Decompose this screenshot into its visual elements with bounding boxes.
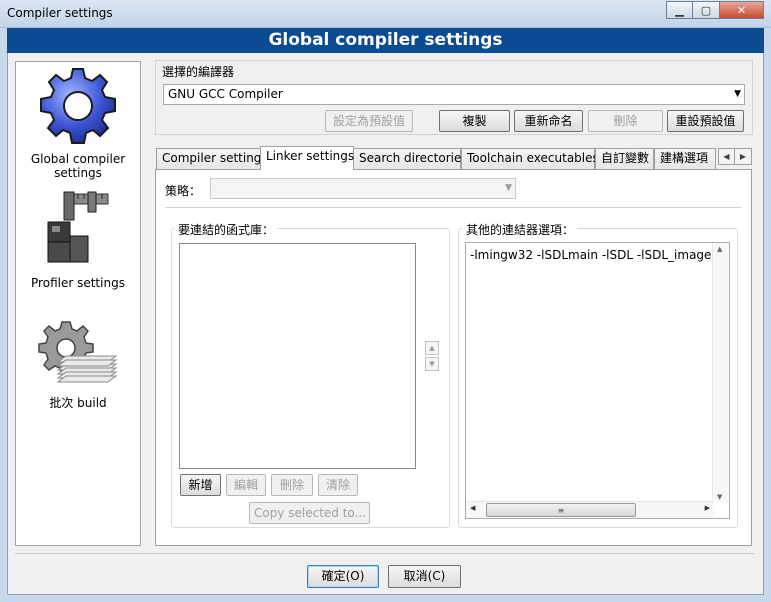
policy-separator [165,207,741,208]
compiler-select-label: 選擇的編譯器 [162,65,235,79]
copy-selected-button[interactable]: Copy selected to... [249,502,370,524]
delete-compiler-button[interactable]: 刪除 [588,110,663,132]
link-libraries-title: 要連結的函式庫： [175,221,278,238]
category-list: Global compiler settings Profiler settin… [15,61,141,546]
set-default-button[interactable]: 設定為預設值 [325,110,413,132]
chevron-right-icon: ▶ [739,152,747,161]
minimize-button[interactable]: ▁ [666,1,693,19]
rename-button[interactable]: 重新命名 [514,110,583,132]
window-title: Compiler settings [7,6,113,20]
other-linker-options-title: 其他的連結器選項： [463,221,578,238]
sidebar-item-batch-build[interactable]: 批次 build [16,320,140,410]
scrollbar-thumb[interactable]: ≡ [486,503,636,517]
compiler-dropdown-value: GNU GCC Compiler [168,87,283,101]
chevron-down-icon: ▼ [734,89,741,99]
sidebar-item-label: Global compiler settings [30,152,126,180]
scroll-down-icon: ▼ [717,493,723,501]
minimize-icon: ▁ [675,3,684,17]
close-button[interactable]: ✕ [720,1,764,19]
scroll-right-icon: ▶ [704,504,710,512]
move-up-button[interactable]: ▲ [425,341,439,355]
gear-stack-icon [38,321,118,383]
gear-icon [40,68,116,144]
tab-scroll-left-button[interactable]: ◀ [718,148,735,165]
horizontal-scrollbar[interactable]: ◀ ≡ ▶ [466,501,714,518]
tab-linker-settings[interactable]: Linker settings [260,146,354,170]
sidebar-item-global-compiler-settings[interactable]: Global compiler settings [16,64,140,180]
tab-scroll-right-button[interactable]: ▶ [735,148,752,165]
tab-custom-variables[interactable]: 自訂變數 [595,148,654,169]
other-linker-options-input[interactable]: -lmingw32 -lSDLmain -lSDL -lSDL_image -l… [465,242,730,519]
cancel-button[interactable]: 取消(C) [388,565,461,588]
sidebar-item-label: Profiler settings [31,276,125,290]
tab-scroll-arrows: ◀ ▶ [718,148,752,165]
other-linker-options-text: -lmingw32 -lSDLmain -lSDL -lSDL_image -l… [470,248,730,262]
edit-library-button[interactable]: 編輯 [226,474,266,496]
tab-search-directories[interactable]: Search directories [353,148,468,169]
grip-icon: ≡ [557,506,565,515]
chevron-left-icon: ◀ [723,152,730,161]
window-controls: ▁ ▢ ✕ [666,1,764,19]
policy-label: 策略： [165,184,202,198]
delete-library-button[interactable]: 刪除 [271,474,313,496]
compiler-dropdown[interactable]: GNU GCC Compiler ▼ [163,84,745,105]
maximize-button[interactable]: ▢ [693,1,720,19]
chevron-down-icon: ▼ [429,360,435,368]
scroll-left-icon: ◀ [470,504,476,512]
link-libraries-list[interactable] [179,243,416,469]
caliper-icon [47,191,109,263]
maximize-icon: ▢ [700,3,712,17]
chevron-up-icon: ▲ [429,344,435,352]
scroll-up-icon: ▲ [717,245,723,253]
tab-build-options[interactable]: 建構選項 [654,148,716,169]
clear-libraries-button[interactable]: 清除 [318,474,358,496]
vertical-scrollbar[interactable]: ▲ ▼ [712,243,729,503]
move-down-button[interactable]: ▼ [425,357,439,371]
page-title: Global compiler settings [7,28,764,53]
tab-compiler-settings[interactable]: Compiler settings [156,148,268,169]
window-titlebar: Compiler settings ▁ ▢ ✕ [0,0,771,28]
add-library-button[interactable]: 新增 [180,474,221,496]
chevron-down-icon: ▼ [505,183,512,193]
sidebar-item-profiler-settings[interactable]: Profiler settings [16,188,140,290]
policy-dropdown[interactable]: ▼ [210,178,516,199]
footer-separator [15,553,754,554]
copy-button[interactable]: 複製 [439,110,510,132]
tab-toolchain-executables[interactable]: Toolchain executables [461,148,599,169]
sidebar-item-label: 批次 build [49,396,107,410]
reset-defaults-button[interactable]: 重設預設值 [667,110,744,132]
ok-button[interactable]: 確定(O) [307,565,379,588]
close-icon: ✕ [736,3,747,17]
